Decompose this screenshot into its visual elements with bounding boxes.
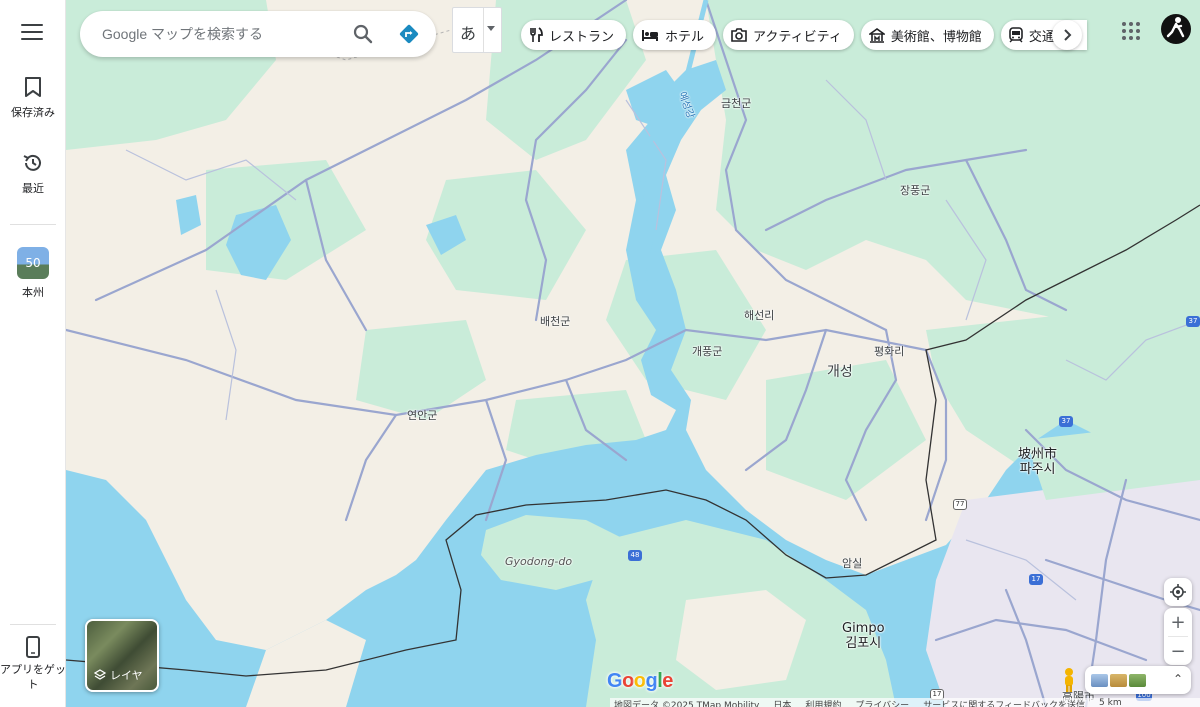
pegman-icon[interactable] (1057, 666, 1081, 694)
chip-restaurant[interactable]: レストラン (521, 20, 627, 50)
chip-museum[interactable]: 美術館、博物館 (860, 20, 994, 50)
avatar-icon (1166, 17, 1185, 38)
expand-up-icon[interactable]: ⌃ (1171, 671, 1185, 687)
place-label-baecheon[interactable]: 배천군 (540, 313, 570, 329)
search-icon[interactable] (352, 23, 374, 45)
collection-badge: 50 (25, 256, 41, 270)
place-label-amsil[interactable]: 암실 (842, 555, 862, 571)
left-rail: 保存済み 最近 50 本州 アプリをゲット (0, 0, 66, 707)
camera-icon (731, 28, 747, 42)
zoom-in-button[interactable]: + (1164, 608, 1192, 636)
ime-toggle[interactable]: あ (452, 7, 502, 53)
rail-collection-label: 本州 (22, 286, 44, 299)
rail-get-app-label: アプリをゲット (0, 663, 66, 691)
apps-grid-icon[interactable] (1120, 20, 1142, 42)
road-shield: 37 (1059, 416, 1073, 427)
ime-char: あ (460, 24, 477, 43)
my-location-button[interactable] (1164, 578, 1192, 606)
place-label-gimpo-ko: 김포시 (845, 636, 882, 651)
place-label-gimpo-en: Gimpo (842, 621, 885, 636)
layers-label-wrap: レイヤ (94, 667, 143, 683)
layer-terrain-thumb[interactable] (1129, 673, 1146, 687)
layers-label: レイヤ (110, 669, 143, 682)
museum-icon (868, 27, 885, 43)
hotel-icon (642, 30, 659, 41)
place-label-paju-ko: 파주시 (1019, 462, 1056, 477)
rail-divider (10, 624, 56, 625)
feedback-link[interactable]: サービスに関するフィードバックを送信 (923, 698, 1085, 707)
rail-collection[interactable]: 50 本州 (0, 247, 66, 300)
place-label-paju-ja: 坡州市 (1018, 447, 1058, 462)
history-icon (23, 154, 41, 171)
google-logo: Google (607, 670, 673, 692)
search-input[interactable] (102, 23, 342, 45)
road-shield: 77 (953, 499, 967, 510)
layers-button[interactable]: レイヤ (85, 619, 159, 692)
privacy-link[interactable]: プライバシー (855, 698, 909, 707)
terms-link[interactable]: 利用規約 (805, 698, 841, 707)
menu-button[interactable] (21, 24, 43, 42)
layer-thumbnails: ⌃ (1085, 666, 1191, 694)
map-graphics (66, 0, 1200, 707)
chip-hotel[interactable]: ホテル (633, 20, 717, 50)
place-label-haeseon[interactable]: 해선리 (744, 307, 774, 323)
rail-recent-label: 最近 (22, 182, 44, 195)
place-label-yeonan[interactable]: 연안군 (407, 407, 437, 423)
attribution-bar: 地図データ ©2025 TMap Mobility 日本 利用規約 プライバシー… (610, 698, 1200, 707)
place-label-gimpo[interactable]: Gimpo 김포시 (842, 621, 885, 651)
layer-transit-thumb[interactable] (1091, 673, 1108, 687)
rail-saved-label: 保存済み (11, 106, 55, 119)
place-label-pyeonghwa[interactable]: 평화리 (874, 343, 904, 359)
layer-traffic-thumb[interactable] (1110, 673, 1127, 687)
layers-icon (94, 669, 106, 680)
rail-saved[interactable]: 保存済み (0, 76, 66, 120)
restaurant-icon (530, 27, 543, 42)
directions-icon[interactable] (398, 23, 420, 45)
caret-down-icon[interactable] (487, 26, 495, 31)
place-label-kaesong[interactable]: 개성 (827, 361, 853, 381)
transit-icon (1009, 27, 1023, 43)
country-link[interactable]: 日本 (773, 698, 791, 707)
bookmark-icon (25, 77, 41, 97)
rail-recent[interactable]: 最近 (0, 152, 66, 196)
collection-thumbnail: 50 (17, 247, 49, 279)
place-label-gaepung[interactable]: 개풍군 (692, 343, 722, 359)
chip-hotel-label: ホテル (665, 29, 705, 45)
place-label-jangpung[interactable]: 장풍군 (900, 182, 930, 198)
chip-museum-label: 美術館、博物館 (890, 29, 982, 45)
scale-label[interactable]: 5 km (1099, 698, 1122, 707)
category-chips: レストラン ホテル アクティビティ 美術館、博物館 (521, 20, 1087, 50)
place-label-paju[interactable]: 坡州市 파주시 (1018, 447, 1057, 477)
zoom-out-button[interactable]: − (1164, 637, 1192, 665)
road-shield: 48 (628, 550, 642, 561)
chip-activity[interactable]: アクティビティ (723, 20, 854, 50)
road-shield: 17 (1029, 574, 1043, 585)
chips-next-button[interactable] (1052, 20, 1082, 50)
map-data-attribution: 地図データ ©2025 TMap Mobility (614, 701, 760, 707)
ime-divider (483, 8, 484, 52)
search-box (80, 11, 436, 57)
crosshair-icon (1170, 584, 1186, 600)
menu-icon (21, 24, 43, 26)
place-label-gyodong[interactable]: Gyodong-do (505, 555, 572, 568)
road-shield: 37 (1186, 316, 1200, 327)
rail-divider (10, 224, 56, 225)
chip-restaurant-label: レストラン (549, 29, 615, 45)
chip-activity-label: アクティビティ (753, 29, 842, 45)
account-avatar[interactable] (1161, 14, 1191, 44)
zoom-control: + − (1164, 608, 1192, 665)
my-location-control (1164, 578, 1192, 606)
place-label-geumcheon[interactable]: 금천군 (721, 95, 751, 111)
chevron-right-icon (1064, 29, 1072, 41)
rail-get-app[interactable]: アプリをゲット (0, 636, 66, 692)
map-canvas[interactable]: 금천군 장풍군 배천군 해선리 개풍군 평화리 개성 연안군 坡州市 파주시 G… (66, 0, 1200, 707)
phone-icon (26, 636, 40, 658)
